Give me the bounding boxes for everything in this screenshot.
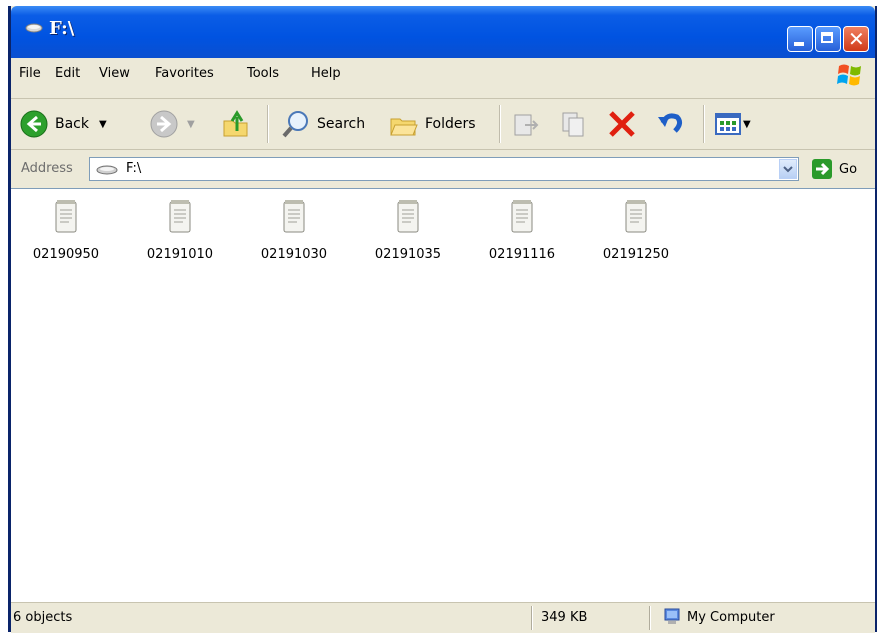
text-file-icon <box>511 200 533 233</box>
move-to-icon <box>514 114 539 136</box>
menu-view[interactable]: View <box>99 66 130 81</box>
undo-icon <box>658 113 683 133</box>
status-divider <box>531 606 533 630</box>
up-folder-button[interactable] <box>221 108 251 140</box>
toolbar-separator <box>267 105 269 143</box>
move-to-button[interactable] <box>511 108 541 140</box>
file-item[interactable]: 02191116 <box>472 199 572 262</box>
drive-icon <box>25 23 43 33</box>
my-computer-icon <box>664 608 680 624</box>
file-name: 02191030 <box>260 247 328 262</box>
menu-edit[interactable]: Edit <box>55 66 80 81</box>
toolbar-separator <box>703 105 705 143</box>
standard-toolbar: Back ▼ ▼ Search Folders ▼ <box>11 99 875 150</box>
menu-file[interactable]: File <box>19 66 41 81</box>
go-button[interactable]: Go <box>811 157 857 181</box>
address-dropdown-button[interactable] <box>779 159 797 179</box>
address-bar: Address F:\ Go <box>11 151 875 187</box>
close-button[interactable]: ✕ <box>843 26 869 52</box>
search-icon <box>282 111 308 138</box>
text-file-icon <box>169 200 191 233</box>
forward-dropdown-icon: ▼ <box>187 118 195 130</box>
close-icon: ✕ <box>848 27 865 51</box>
text-file-icon <box>625 200 647 233</box>
menu-favorites[interactable]: Favorites <box>155 66 214 81</box>
status-bar: 6 objects 349 KB My Computer <box>11 602 875 633</box>
folders-icon <box>390 118 418 136</box>
back-dropdown-icon[interactable]: ▼ <box>99 119 107 130</box>
text-file-icon <box>283 200 305 233</box>
minimize-button[interactable] <box>787 26 813 52</box>
views-dropdown-icon: ▼ <box>743 118 751 130</box>
copy-to-icon <box>562 112 584 137</box>
views-icon <box>715 113 741 135</box>
file-item[interactable]: 02191030 <box>244 199 344 262</box>
status-object-count: 6 objects <box>13 610 73 625</box>
explorer-window: F:\ ✕ File Edit View Favorites Tools Hel… <box>8 6 877 633</box>
text-file-icon <box>397 200 419 233</box>
back-arrow-icon <box>20 110 48 138</box>
file-name: 02191116 <box>488 247 556 262</box>
status-location: My Computer <box>663 608 775 626</box>
forward-button[interactable]: ▼ <box>149 108 195 140</box>
menu-help[interactable]: Help <box>311 66 341 81</box>
status-size: 349 KB <box>541 610 588 625</box>
window-title: F:\ <box>49 18 75 39</box>
toolbar-separator <box>499 105 501 143</box>
menu-bar: File Edit View Favorites Tools Help <box>11 58 875 99</box>
file-item[interactable]: 02190950 <box>16 199 116 262</box>
address-input[interactable]: F:\ <box>89 157 799 181</box>
windows-logo-icon <box>837 64 861 86</box>
delete-button[interactable] <box>607 108 637 140</box>
copy-to-button[interactable] <box>559 108 589 140</box>
search-button[interactable]: Search <box>281 108 365 140</box>
menu-tools[interactable]: Tools <box>247 66 279 81</box>
address-label: Address <box>21 161 73 176</box>
file-item[interactable]: 02191035 <box>358 199 458 262</box>
folders-label: Folders <box>425 116 476 132</box>
status-divider <box>649 606 651 630</box>
maximize-button[interactable] <box>815 26 841 52</box>
drive-icon <box>96 165 118 175</box>
file-name: 02191035 <box>374 247 442 262</box>
title-bar[interactable]: F:\ ✕ <box>11 6 875 58</box>
back-button[interactable]: Back ▼ <box>19 108 107 140</box>
file-item[interactable]: 02191010 <box>130 199 230 262</box>
file-name: 02190950 <box>32 247 100 262</box>
go-label: Go <box>839 161 858 177</box>
address-value: F:\ <box>126 161 142 176</box>
up-folder-icon <box>223 110 248 137</box>
delete-icon <box>609 111 635 137</box>
status-location-label: My Computer <box>687 609 775 625</box>
file-name: 02191250 <box>602 247 670 262</box>
forward-arrow-icon <box>150 110 178 138</box>
back-label: Back <box>55 116 89 132</box>
file-item[interactable]: 02191250 <box>586 199 686 262</box>
file-list-view[interactable]: 02190950 02191010 02191030 02191035 0219… <box>11 188 875 603</box>
text-file-icon <box>55 200 77 233</box>
search-label: Search <box>317 116 366 132</box>
views-button[interactable]: ▼ <box>713 108 751 140</box>
folders-button[interactable]: Folders <box>389 108 476 140</box>
go-arrow-icon <box>812 159 832 179</box>
undo-button[interactable] <box>655 108 685 140</box>
file-name: 02191010 <box>146 247 214 262</box>
chevron-down-icon <box>783 166 793 173</box>
